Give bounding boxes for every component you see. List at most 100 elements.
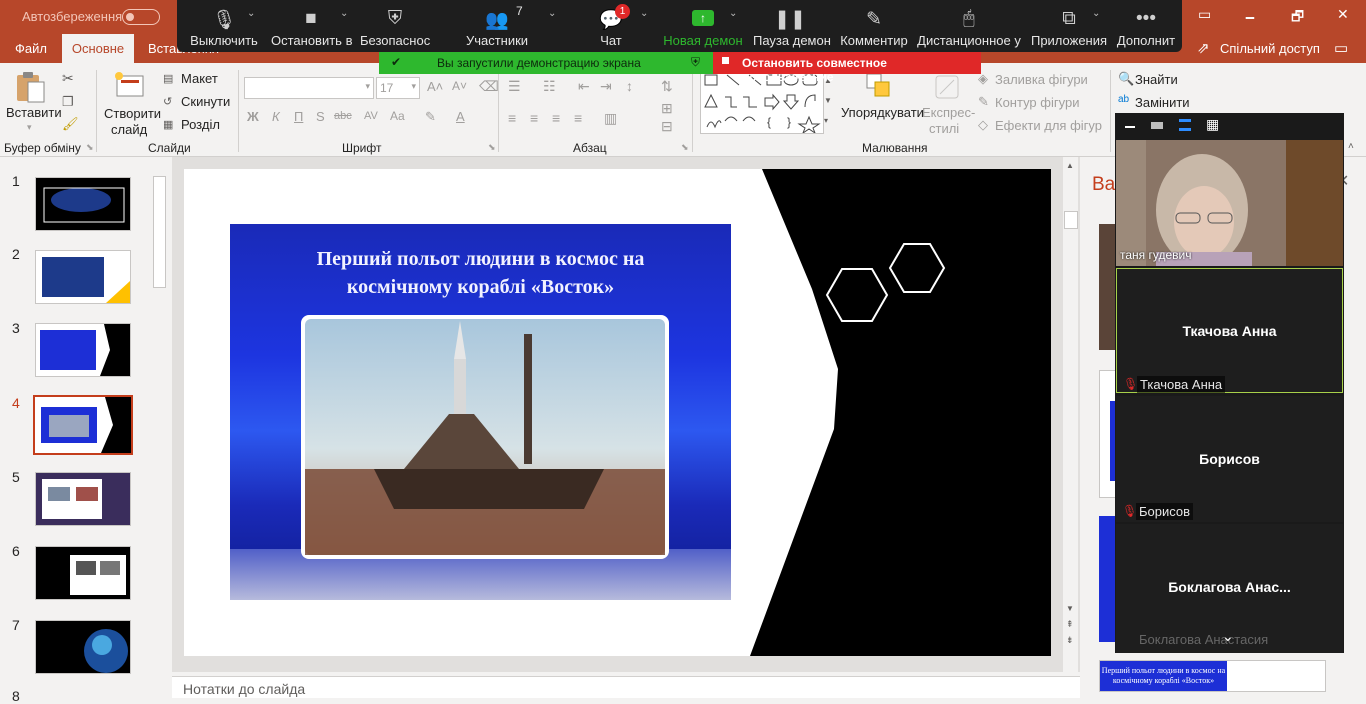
new-slide-button-line2[interactable]: слайд: [111, 122, 147, 137]
align-right-icon[interactable]: ≡: [552, 110, 560, 126]
layout-button[interactable]: Макет: [181, 71, 218, 86]
reset-button[interactable]: Скинути: [181, 94, 230, 109]
decrease-indent-icon[interactable]: ⇤: [578, 78, 590, 95]
current-slide[interactable]: Перший польот людини в космос на космічн…: [184, 169, 1051, 656]
font-launcher-icon[interactable]: ⬊: [488, 142, 496, 153]
share-caret-icon[interactable]: ⌄: [729, 8, 737, 19]
minimize-button[interactable]: 🗕: [1245, 6, 1255, 30]
bullets-icon[interactable]: ☰: [508, 78, 521, 95]
case-button[interactable]: Aa: [390, 109, 405, 123]
self-video-tile[interactable]: таня гудевич: [1116, 140, 1343, 266]
comments-icon[interactable]: ▭: [1334, 39, 1348, 57]
text-direction-icon[interactable]: ⇅: [661, 78, 673, 95]
participants-button[interactable]: 👥 7 Участники: [460, 0, 534, 52]
slide-thumbnail-6[interactable]: [35, 546, 131, 600]
font-color-icon[interactable]: A: [456, 109, 465, 124]
tab-file[interactable]: Файл: [15, 41, 47, 56]
new-slide-button-line1[interactable]: Створити: [104, 106, 161, 121]
participant-tile-3[interactable]: Боклагова Анас... Боклагова Анастасия ⌄: [1116, 524, 1343, 653]
format-painter-icon[interactable]: 🖌: [62, 116, 79, 132]
strike-button[interactable]: abc: [334, 110, 352, 122]
font-family-box[interactable]: ▾: [244, 77, 374, 99]
quick-styles-line2[interactable]: стилі: [929, 121, 959, 136]
replace-button[interactable]: Замінити: [1135, 95, 1190, 110]
cut-icon[interactable]: ✂: [62, 70, 74, 87]
align-center-icon[interactable]: ≡: [530, 110, 538, 126]
autosave-toggle[interactable]: [122, 9, 160, 25]
slide-thumbnail-2[interactable]: [35, 250, 131, 304]
more-button[interactable]: ••• Дополнит: [1113, 0, 1179, 52]
clear-format-icon[interactable]: ⌫: [479, 78, 499, 95]
mute-caret-icon[interactable]: ⌄: [247, 8, 255, 19]
paste-dropdown-icon[interactable]: ▾: [27, 122, 32, 133]
security-button[interactable]: ⛨ Безопаснос: [360, 0, 430, 52]
shape-fill-button[interactable]: Заливка фігури: [995, 72, 1088, 87]
strip-view-icon[interactable]: [1179, 119, 1191, 131]
design-idea-4[interactable]: Перший польот людини в космос на космічн…: [1099, 660, 1326, 692]
slide-thumbnail-3[interactable]: [35, 323, 131, 377]
tab-home[interactable]: Основне: [62, 34, 134, 63]
clipboard-launcher-icon[interactable]: ⬊: [86, 142, 94, 153]
apps-caret-icon[interactable]: ⌄: [1092, 8, 1100, 19]
paste-button[interactable]: Вставити: [6, 105, 62, 120]
slide-scrollbar[interactable]: ▲ ▼ ⇞ ⇟: [1063, 157, 1078, 672]
underline-button[interactable]: П: [294, 109, 303, 124]
paragraph-launcher-icon[interactable]: ⬊: [681, 142, 689, 153]
section-button[interactable]: Розділ: [181, 117, 220, 132]
shape-effects-button[interactable]: Ефекти для фігур: [995, 118, 1102, 133]
scroll-down-chevron-icon[interactable]: ⌄: [1222, 628, 1234, 645]
remote-control-button[interactable]: 🖱 Дистанционное у: [917, 0, 1021, 52]
participant-tile-2[interactable]: Борисов 🎙 Борисов: [1116, 396, 1343, 522]
notes-pane[interactable]: Нотатки до слайда: [172, 676, 1080, 698]
thumb-scrollbar[interactable]: [151, 157, 166, 697]
arrange-button[interactable]: Упорядкувати: [841, 105, 924, 120]
slide-title[interactable]: Перший польот людини в космос на космічн…: [230, 245, 731, 301]
line-spacing-icon[interactable]: ↕: [626, 78, 633, 94]
video-caret-icon[interactable]: ⌄: [340, 8, 348, 19]
shape-outline-button[interactable]: Контур фігури: [995, 95, 1079, 110]
participant-tile-1[interactable]: Ткачова Анна 🎙 Ткачова Анна: [1116, 268, 1343, 393]
participants-caret-icon[interactable]: ⌄: [548, 8, 556, 19]
font-size-box[interactable]: 17 ▾: [376, 77, 420, 99]
chat-button[interactable]: 💬 1 Чат: [581, 0, 641, 52]
align-left-icon[interactable]: ≡: [508, 110, 516, 126]
slide-thumbnail-7[interactable]: [35, 620, 131, 674]
slide-thumbnail-1[interactable]: [35, 177, 131, 231]
copy-icon[interactable]: ❐: [62, 94, 74, 110]
numbering-icon[interactable]: ☷: [543, 78, 556, 95]
shrink-font-icon[interactable]: A˅: [452, 79, 467, 93]
pin-icon[interactable]: ✔: [391, 55, 401, 69]
shadow-button[interactable]: S: [316, 109, 325, 124]
justify-icon[interactable]: ≡: [574, 110, 582, 126]
gallery-more-icon[interactable]: ▾: [824, 116, 828, 125]
pause-share-button[interactable]: ❚❚ Пауза демон: [753, 0, 831, 52]
slide-thumbnail-4-selected[interactable]: [33, 395, 133, 455]
spacing-button[interactable]: AV: [364, 110, 378, 122]
paste-icon[interactable]: [14, 70, 48, 104]
find-button[interactable]: Знайти: [1135, 72, 1178, 87]
stop-video-button[interactable]: ■ Остановить в: [271, 0, 352, 52]
stop-share-button[interactable]: Остановить совместное использование: [713, 52, 981, 84]
bold-button[interactable]: Ж: [247, 109, 259, 124]
chat-caret-icon[interactable]: ⌄: [640, 8, 648, 19]
gallery-down-icon[interactable]: ▼: [824, 96, 832, 105]
annotate-button[interactable]: ✎ Комментир: [837, 0, 911, 52]
align-text-icon[interactable]: ⊞: [661, 100, 673, 117]
new-slide-icon[interactable]: [113, 70, 147, 100]
grid-view-icon[interactable]: ▦: [1206, 116, 1219, 133]
collapse-ribbon-icon[interactable]: ˄: [1348, 141, 1354, 152]
italic-button[interactable]: К: [272, 109, 280, 124]
highlight-icon[interactable]: ✎: [425, 109, 436, 125]
close-button[interactable]: ✕: [1337, 6, 1349, 23]
share-button[interactable]: Спільний доступ: [1220, 41, 1320, 56]
slide-thumbnail-5[interactable]: [35, 472, 131, 526]
minimize-panel-icon[interactable]: [1125, 126, 1135, 128]
quick-styles-line1[interactable]: Експрес-: [922, 105, 975, 120]
hide-video-icon[interactable]: [1151, 122, 1163, 129]
grow-font-icon[interactable]: A˄: [427, 79, 443, 94]
increase-indent-icon[interactable]: ⇥: [600, 78, 612, 95]
restore-button[interactable]: 🗗: [1291, 6, 1304, 30]
columns-icon[interactable]: ▥: [604, 110, 617, 127]
smartart-icon[interactable]: ⊟: [661, 118, 673, 135]
ribbon-display-icon[interactable]: ▭: [1198, 6, 1211, 23]
